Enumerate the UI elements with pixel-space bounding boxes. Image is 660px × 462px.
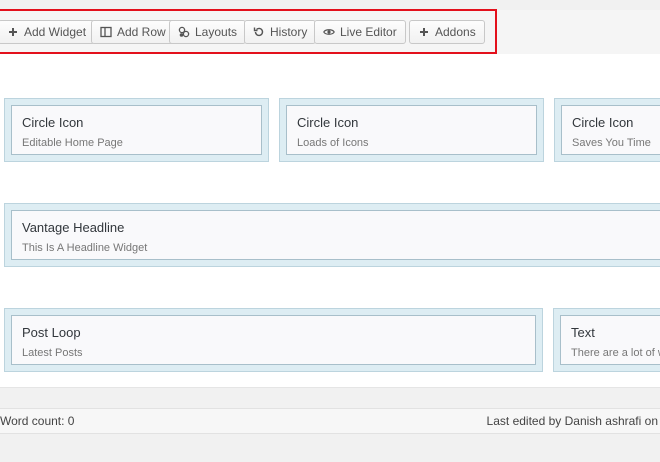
row-3-cell-2[interactable]: Text There are a lot of w xyxy=(553,308,660,372)
widget-title: Circle Icon xyxy=(297,115,359,130)
widget-title: Vantage Headline xyxy=(22,220,125,235)
history-icon xyxy=(253,27,264,37)
plus-icon xyxy=(420,28,428,36)
widget-title: Text xyxy=(571,325,595,340)
page-builder-toolbar: Add Widget Add Row Layouts History Live … xyxy=(0,10,660,55)
layouts-label: Layouts xyxy=(195,25,238,39)
editor-divider xyxy=(0,388,660,408)
widget-post-loop[interactable]: Post Loop Latest Posts xyxy=(11,315,536,365)
widget-description: Latest Posts xyxy=(22,347,83,359)
widget-circle-icon[interactable]: Circle Icon Saves You Time xyxy=(561,105,660,155)
history-button[interactable]: History xyxy=(244,20,317,44)
row-1-cell-1[interactable]: Circle Icon Editable Home Page xyxy=(4,98,269,162)
row-3-cell-1[interactable]: Post Loop Latest Posts xyxy=(4,308,543,372)
layouts-button[interactable]: Layouts xyxy=(169,20,247,44)
row-1-cell-3[interactable]: Circle Icon Saves You Time xyxy=(554,98,660,162)
plus-icon xyxy=(9,28,17,36)
widget-description: There are a lot of w xyxy=(571,347,660,359)
widget-description: Saves You Time xyxy=(572,137,651,149)
widget-vantage-headline[interactable]: Vantage Headline This Is A Headline Widg… xyxy=(11,210,660,260)
addons-label: Addons xyxy=(435,25,476,39)
columns-icon xyxy=(100,26,112,38)
last-edited: Last edited by Danish ashrafi on xyxy=(486,414,658,428)
addons-button[interactable]: Addons xyxy=(409,20,485,44)
post-status-info: Word count: 0 Last edited by Danish ashr… xyxy=(0,408,660,434)
widget-title: Circle Icon xyxy=(572,115,634,130)
live-editor-label: Live Editor xyxy=(340,25,397,39)
widget-description: Loads of Icons xyxy=(297,137,369,149)
builder-canvas: Circle Icon Editable Home Page Circle Ic… xyxy=(0,54,660,388)
live-editor-button[interactable]: Live Editor xyxy=(314,20,406,44)
add-row-button[interactable]: Add Row xyxy=(91,20,175,44)
widget-description: Editable Home Page xyxy=(22,137,123,149)
eye-icon xyxy=(323,29,335,35)
row-2-cell-1[interactable]: Vantage Headline This Is A Headline Widg… xyxy=(4,203,660,267)
widget-title: Circle Icon xyxy=(22,115,84,130)
widget-circle-icon[interactable]: Circle Icon Editable Home Page xyxy=(11,105,262,155)
add-row-label: Add Row xyxy=(117,25,166,39)
row-1-cell-2[interactable]: Circle Icon Loads of Icons xyxy=(279,98,544,162)
widget-text[interactable]: Text There are a lot of w xyxy=(560,315,660,365)
layouts-icon xyxy=(178,26,190,38)
history-label: History xyxy=(270,25,308,39)
add-widget-button[interactable]: Add Widget xyxy=(0,20,96,44)
widget-title: Post Loop xyxy=(22,325,81,340)
widget-circle-icon[interactable]: Circle Icon Loads of Icons xyxy=(286,105,537,155)
widget-description: This Is A Headline Widget xyxy=(22,242,148,254)
add-widget-label: Add Widget xyxy=(24,25,87,39)
word-count: Word count: 0 xyxy=(0,414,75,428)
